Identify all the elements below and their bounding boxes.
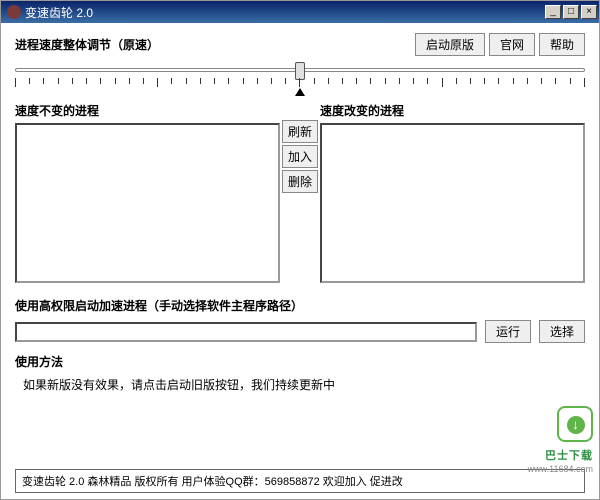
add-button[interactable]: 加入 [282,145,318,168]
path-section: 使用高权限启动加速进程（手动选择软件主程序路径） 运行 选择 [15,297,585,343]
download-icon [557,406,593,442]
close-button[interactable]: × [581,5,597,19]
usage-title: 使用方法 [15,353,585,370]
speed-slider[interactable] [15,62,585,98]
unchanged-list-title: 速度不变的进程 [15,102,280,119]
unchanged-listbox[interactable] [15,123,280,283]
help-button[interactable]: 帮助 [539,33,585,56]
slider-pointer-icon [295,88,305,96]
list-action-buttons: 刷新 加入 删除 [280,102,320,283]
unchanged-list-column: 速度不变的进程 [15,102,280,283]
launch-original-button[interactable]: 启动原版 [415,33,485,56]
choose-button[interactable]: 选择 [539,320,585,343]
path-row: 运行 选择 [15,320,585,343]
changed-listbox[interactable] [320,123,585,283]
usage-text: 如果新版没有效果，请点击启动旧版按钮，我们持续更新中 [15,376,585,393]
usage-section: 使用方法 如果新版没有效果，请点击启动旧版按钮，我们持续更新中 [15,353,585,393]
refresh-button[interactable]: 刷新 [282,120,318,143]
path-label: 使用高权限启动加速进程（手动选择软件主程序路径） [15,297,585,314]
watermark-url: www.11684.com [528,464,593,474]
process-lists: 速度不变的进程 刷新 加入 删除 速度改变的进程 [15,102,585,283]
minimize-button[interactable]: _ [545,5,561,19]
status-footer: 变速齿轮 2.0 森林精品 版权所有 用户体验QQ群：569858872 欢迎加… [15,469,585,493]
watermark-title: 巴士下载 [545,450,593,462]
official-site-button[interactable]: 官网 [489,33,535,56]
app-icon [7,5,21,19]
watermark-badge: 巴士下载 www.11684.com [528,406,593,475]
speed-label: 进程速度整体调节（原速） [15,36,411,53]
content: 进程速度整体调节（原速） 启动原版 官网 帮助 速度不变的进程 刷新 加入 删除… [1,23,599,399]
changed-list-title: 速度改变的进程 [320,102,585,119]
maximize-button[interactable]: □ [563,5,579,19]
run-button[interactable]: 运行 [485,320,531,343]
path-input[interactable] [15,322,477,342]
slider-ticks [15,78,585,88]
window-controls: _ □ × [545,5,597,19]
changed-list-column: 速度改变的进程 [320,102,585,283]
window-title: 变速齿轮 2.0 [25,4,545,21]
titlebar: 变速齿轮 2.0 _ □ × [1,1,599,23]
header-row: 进程速度整体调节（原速） 启动原版 官网 帮助 [15,33,585,56]
remove-button[interactable]: 删除 [282,170,318,193]
